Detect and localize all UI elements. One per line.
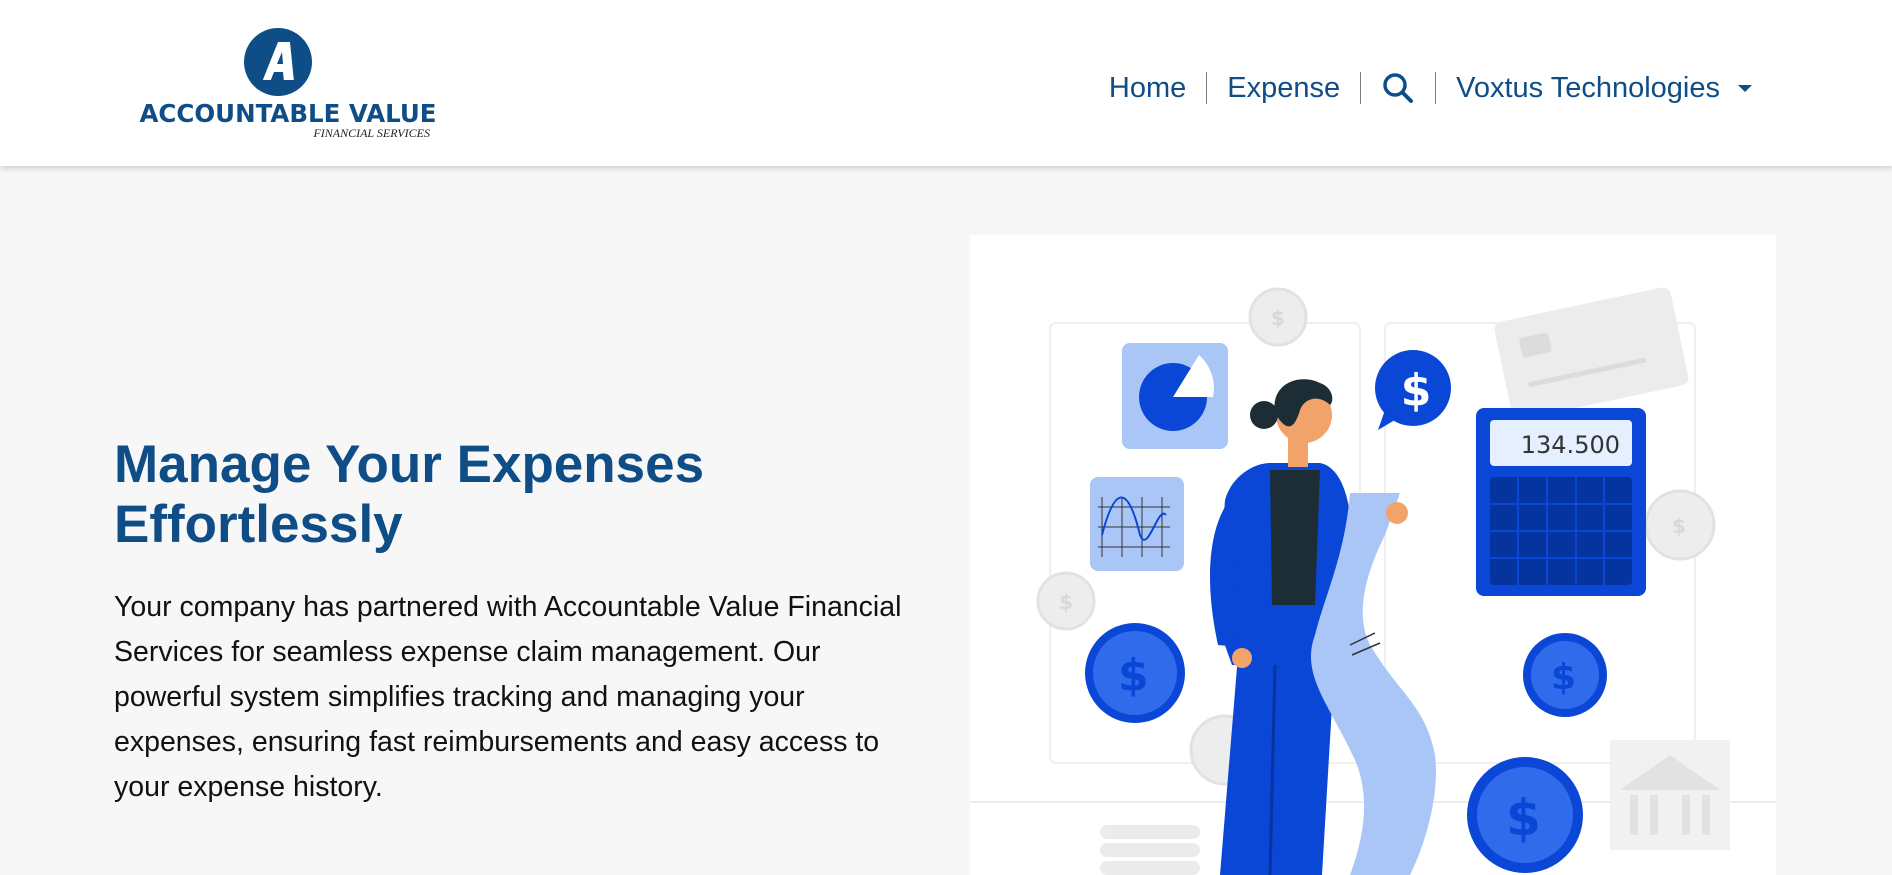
logo-mark-icon — [244, 28, 312, 96]
pie-chart-icon — [1122, 343, 1228, 449]
svg-text:$: $ — [1401, 365, 1432, 416]
dollar-coin-icon: $ — [1467, 757, 1583, 873]
calculator-icon: 134.500 — [1476, 408, 1646, 596]
businesswoman-figure — [1210, 379, 1436, 875]
nav-expense-link[interactable]: Expense — [1207, 62, 1360, 114]
dollar-bubble-icon: $ — [1375, 350, 1451, 430]
hero-description: Your company has partnered with Accounta… — [114, 591, 902, 803]
bank-icon — [1610, 740, 1730, 850]
svg-text:$: $ — [1118, 650, 1149, 701]
dollar-coin-icon: $ — [1085, 623, 1185, 723]
svg-text:$: $ — [1551, 657, 1576, 698]
dollar-coin-icon: $ — [1523, 633, 1607, 717]
hero-illustration: $ $ $ $ $ $ $ 134.500 — [970, 235, 1776, 875]
credit-card-icon — [1494, 287, 1689, 420]
svg-text:$: $ — [1672, 514, 1686, 538]
svg-text:$: $ — [1059, 590, 1073, 614]
site-header: ACCOUNTABLE VALUE FINANCIAL SERVICES Hom… — [0, 0, 1892, 166]
svg-text:$: $ — [1271, 306, 1285, 330]
search-icon[interactable] — [1361, 62, 1435, 114]
svg-text:$: $ — [1506, 789, 1541, 847]
company-dropdown[interactable]: Voxtus Technologies — [1436, 62, 1772, 114]
nav-home-link[interactable]: Home — [1089, 62, 1206, 114]
company-logo[interactable]: ACCOUNTABLE VALUE FINANCIAL SERVICES — [138, 28, 438, 143]
calculator-display: 134.500 — [1521, 431, 1620, 459]
hero-title: Manage Your Expenses Effortlessly — [114, 435, 705, 554]
logo-name: ACCOUNTABLE VALUE — [139, 99, 437, 128]
logo-subtitle: FINANCIAL SERVICES — [313, 126, 430, 140]
line-chart-icon — [1090, 477, 1184, 571]
main-nav: Home Expense Voxtus Technologies — [1089, 62, 1772, 114]
expense-illustration: $ $ $ $ $ $ $ 134.500 — [970, 287, 1776, 875]
caret-down-icon — [1738, 84, 1752, 92]
company-dropdown-label: Voxtus Technologies — [1456, 72, 1720, 104]
